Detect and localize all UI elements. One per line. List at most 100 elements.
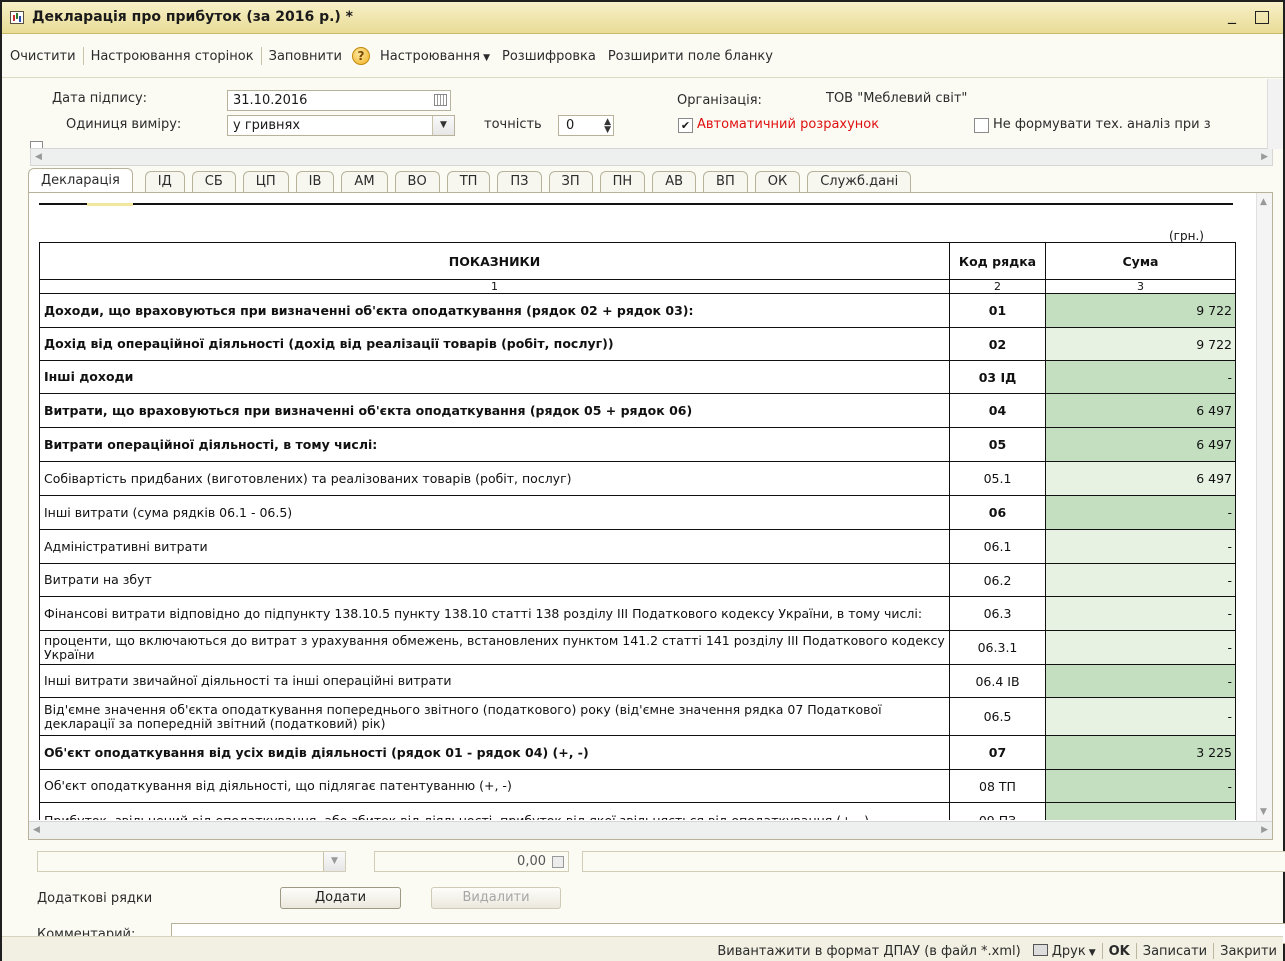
expand-form-button[interactable]: Розширити поле бланку bbox=[602, 49, 779, 64]
tab-vp[interactable]: ВП bbox=[703, 171, 748, 193]
unit-label: Одиниця виміру: bbox=[66, 117, 182, 132]
table-row: Витрати, що враховуються при визначенні … bbox=[39, 393, 1236, 428]
maximize-button[interactable] bbox=[1255, 11, 1269, 24]
column-header-sum: Сума bbox=[1045, 242, 1236, 280]
row-code: 06.5 bbox=[949, 697, 1046, 736]
delete-row-button[interactable]: Видалити bbox=[431, 887, 561, 909]
row-sum-input[interactable]: - bbox=[1045, 664, 1236, 698]
horizontal-scrollbar[interactable]: ◀ ▶ bbox=[30, 148, 1273, 166]
chevron-down-icon[interactable]: ▼ bbox=[432, 116, 454, 135]
ok-button[interactable]: OK bbox=[1103, 944, 1136, 959]
save-button[interactable]: Записати bbox=[1137, 944, 1213, 959]
extra-row-select[interactable]: ▼ bbox=[37, 851, 346, 872]
table-row: Від'ємне значення об'єкта оподаткування … bbox=[39, 697, 1236, 736]
auto-calc-checkbox[interactable]: ✔ bbox=[678, 118, 693, 133]
no-tech-analysis-checkbox[interactable] bbox=[974, 118, 989, 133]
tab-pn[interactable]: ПН bbox=[599, 171, 646, 193]
calculator-icon[interactable] bbox=[552, 856, 564, 868]
row-sum-input[interactable]: - bbox=[1045, 769, 1236, 803]
help-icon[interactable]: ? bbox=[352, 47, 370, 65]
row-name: Дохід від операційної діяльності (дохід … bbox=[39, 327, 950, 361]
table-header-row: ПОКАЗНИКИ Код рядка Сума bbox=[39, 242, 1236, 280]
table-row: Об'єкт оподаткування від усіх видів діял… bbox=[39, 735, 1236, 770]
scroll-left-icon[interactable]: ◀ bbox=[33, 825, 40, 835]
row-sum-input[interactable]: - bbox=[1045, 495, 1236, 530]
row-sum-input[interactable]: 9 722 bbox=[1045, 293, 1236, 328]
description-field[interactable] bbox=[582, 851, 1285, 872]
amount-field[interactable]: 0,00 bbox=[374, 851, 569, 872]
unit-select[interactable]: у гривнях ▼ bbox=[227, 115, 455, 136]
table-row: Інші витрати (сума рядків 06.1 - 06.5) 0… bbox=[39, 495, 1236, 530]
close-button[interactable]: Закрити bbox=[1214, 944, 1283, 959]
settings-menu[interactable]: Настроювання ▼ bbox=[374, 49, 496, 64]
header-panel: Дата підпису: 31.10.2016 Одиниця виміру:… bbox=[2, 79, 1283, 167]
column-number-1: 1 bbox=[39, 279, 950, 294]
row-sum-input[interactable]: - bbox=[1045, 630, 1236, 665]
tab-ok[interactable]: ОК bbox=[754, 171, 801, 193]
title-bar[interactable]: Декларація про прибуток (за 2016 р.) * _ bbox=[2, 2, 1283, 34]
tab-iv[interactable]: ІВ bbox=[295, 171, 335, 193]
minimize-button[interactable]: _ bbox=[1223, 7, 1241, 26]
page-setup-button[interactable]: Настроювання сторінок bbox=[85, 49, 260, 64]
settings-label: Настроювання bbox=[380, 48, 481, 64]
row-sum-input[interactable]: 3 225 bbox=[1045, 735, 1236, 770]
tab-sb[interactable]: СБ bbox=[191, 171, 236, 193]
fill-button[interactable]: Заповнити bbox=[263, 49, 348, 64]
row-sum-input[interactable]: - bbox=[1045, 596, 1236, 631]
spin-arrows-icon[interactable]: ▲ ▼ bbox=[604, 118, 611, 135]
calendar-icon[interactable] bbox=[434, 94, 447, 106]
horizontal-scrollbar[interactable]: ◀ ▶ bbox=[29, 821, 1272, 839]
units-note: (грн.) bbox=[1169, 229, 1204, 243]
chevron-down-icon[interactable]: ▼ bbox=[323, 852, 345, 871]
toolbar-separator bbox=[82, 47, 84, 65]
print-menu[interactable]: Друк ▼ bbox=[1027, 943, 1102, 959]
table-row: Об'єкт оподаткування від діяльності, що … bbox=[39, 769, 1236, 803]
table-row: Фінансові витрати відповідно до підпункт… bbox=[39, 596, 1236, 631]
tab-am[interactable]: АМ bbox=[341, 171, 388, 193]
tab-tp[interactable]: ТП bbox=[446, 171, 491, 193]
table-row: Адміністративні витрати 06.1 - bbox=[39, 529, 1236, 564]
add-row-button[interactable]: Додати bbox=[280, 887, 401, 909]
table-row: Інші доходи 03 ІД - bbox=[39, 360, 1236, 394]
window-title: Декларація про прибуток (за 2016 р.) * bbox=[32, 9, 354, 25]
row-name: Адміністративні витрати bbox=[39, 529, 950, 564]
vertical-scrollbar[interactable]: ▲ ▼ bbox=[1256, 193, 1272, 821]
form-grid: (грн.) ПОКАЗНИКИ Код рядка Сума 1 2 3 До… bbox=[39, 203, 1241, 820]
table-row: Доходи, що враховуються при визначенні о… bbox=[39, 293, 1236, 328]
vertical-scrollbar[interactable] bbox=[1267, 79, 1283, 149]
row-sum-input[interactable]: - bbox=[1045, 697, 1236, 736]
tab-service-data[interactable]: Служб.дані bbox=[807, 171, 912, 193]
decode-button[interactable]: Розшифровка bbox=[496, 49, 602, 64]
tab-zp[interactable]: ЗП bbox=[548, 171, 593, 193]
row-sum-input[interactable]: 6 497 bbox=[1045, 393, 1236, 428]
table-row: Собівартість придбаних (виготовлених) та… bbox=[39, 461, 1236, 496]
row-sum-input[interactable]: - bbox=[1045, 529, 1236, 564]
print-label: Друк bbox=[1051, 943, 1086, 959]
printer-icon bbox=[1032, 943, 1048, 956]
scroll-left-icon[interactable]: ◀ bbox=[35, 152, 42, 162]
scroll-right-icon[interactable]: ▶ bbox=[1261, 825, 1268, 835]
row-sum-input[interactable]: - bbox=[1045, 802, 1236, 820]
tab-tsp[interactable]: ЦП bbox=[242, 171, 289, 193]
scroll-down-icon[interactable]: ▼ bbox=[1260, 807, 1267, 817]
tab-vo[interactable]: ВО bbox=[394, 171, 440, 193]
row-code: 03 ІД bbox=[949, 360, 1046, 394]
row-sum-input[interactable]: 6 497 bbox=[1045, 461, 1236, 496]
scroll-right-icon[interactable]: ▶ bbox=[1261, 152, 1268, 162]
tab-declaration[interactable]: Декларація bbox=[28, 168, 133, 193]
precision-spinner[interactable]: 0 ▲ ▼ bbox=[558, 115, 614, 136]
precision-value: 0 bbox=[566, 118, 575, 133]
export-xml-button[interactable]: Вивантажити в формат ДПАУ (в файл *.xml) bbox=[711, 944, 1026, 959]
no-tech-analysis-label: Не формувати тех. аналіз при з bbox=[993, 117, 1211, 132]
clear-button[interactable]: Очистити bbox=[4, 49, 82, 64]
row-sum-input[interactable]: - bbox=[1045, 360, 1236, 394]
row-sum-input[interactable]: - bbox=[1045, 563, 1236, 597]
extra-rows-label: Додаткові рядки bbox=[37, 891, 153, 906]
row-sum-input[interactable]: 6 497 bbox=[1045, 427, 1236, 462]
sign-date-field[interactable]: 31.10.2016 bbox=[227, 90, 451, 111]
scroll-up-icon[interactable]: ▲ bbox=[1260, 197, 1267, 207]
tab-av[interactable]: АВ bbox=[652, 171, 697, 193]
tab-pz[interactable]: ПЗ bbox=[497, 171, 542, 193]
tab-id[interactable]: ІД bbox=[144, 171, 185, 193]
row-sum-input[interactable]: 9 722 bbox=[1045, 327, 1236, 361]
